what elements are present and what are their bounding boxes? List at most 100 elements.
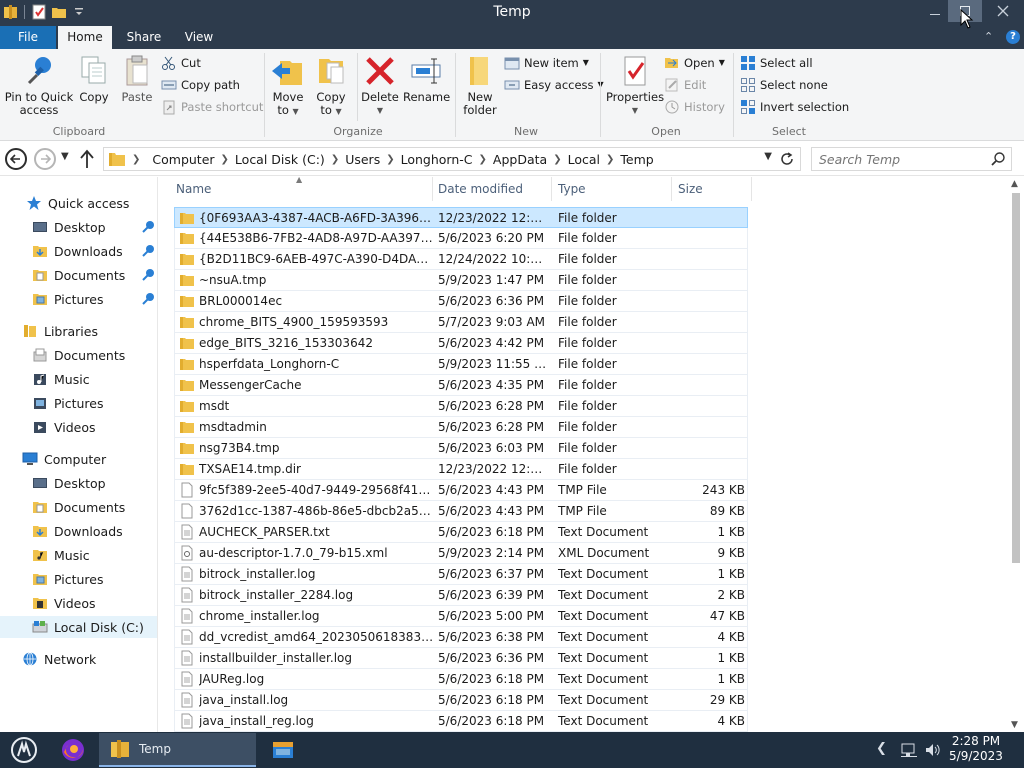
pin-icon[interactable] bbox=[141, 292, 155, 306]
table-row[interactable]: hsperfdata_Longhorn-C 5/9/2023 11:55 AM … bbox=[174, 354, 748, 375]
recent-locations-dropdown[interactable]: ▼ bbox=[61, 151, 69, 162]
nav-pc-local-disk[interactable]: Local Disk (C:) bbox=[0, 616, 157, 638]
pin-icon[interactable] bbox=[141, 220, 155, 234]
nav-network[interactable]: Network bbox=[0, 648, 157, 670]
table-row[interactable]: 9fc5f389-2ee5-40d7-9449-29568f416551.t..… bbox=[174, 480, 748, 501]
delete-button[interactable]: Delete ▼ bbox=[359, 53, 401, 117]
minimize-button[interactable] bbox=[918, 0, 952, 22]
copy-to-button[interactable]: Copy to ▼ bbox=[311, 53, 351, 118]
table-row[interactable]: bitrock_installer.log 5/6/2023 6:37 PM T… bbox=[174, 564, 748, 585]
tab-view[interactable]: View bbox=[176, 26, 222, 49]
nav-pc-desktop[interactable]: Desktop bbox=[0, 472, 157, 494]
nav-lib-documents[interactable]: Documents bbox=[0, 344, 157, 366]
column-header-date[interactable]: Date modified bbox=[433, 177, 552, 201]
volume-icon[interactable] bbox=[924, 741, 942, 759]
tray-overflow-icon[interactable]: ❮ bbox=[876, 741, 887, 756]
tab-share[interactable]: Share bbox=[118, 26, 170, 49]
search-input[interactable] bbox=[812, 148, 982, 170]
refresh-icon[interactable] bbox=[778, 150, 796, 168]
table-row[interactable]: {0F693AA3-4387-4ACB-A6FD-3A3962905... 12… bbox=[174, 207, 748, 228]
new-folder-button[interactable]: New folder bbox=[458, 53, 502, 117]
nav-pc-videos[interactable]: Videos bbox=[0, 592, 157, 614]
history-button[interactable]: History bbox=[664, 97, 725, 117]
table-row[interactable]: msdtadmin 5/6/2023 6:28 PM File folder bbox=[174, 417, 748, 438]
select-none-button[interactable]: Select none bbox=[740, 75, 828, 95]
address-bar[interactable]: ❯ Computer ❯ Local Disk (C:) ❯ Users ❯ L… bbox=[103, 147, 801, 171]
breadcrumb-separator-icon[interactable]: ❯ bbox=[606, 154, 614, 165]
nav-quick-access[interactable]: Quick access bbox=[0, 192, 157, 214]
scroll-down-icon[interactable]: ▼ bbox=[1011, 720, 1018, 730]
table-row[interactable]: chrome_installer.log 5/6/2023 5:00 PM Te… bbox=[174, 606, 748, 627]
search-box[interactable] bbox=[811, 147, 1012, 171]
network-tray-icon[interactable] bbox=[900, 741, 918, 759]
breadcrumb-computer[interactable]: Computer bbox=[146, 152, 220, 167]
start-button-icon[interactable] bbox=[10, 736, 38, 764]
scrollbar-thumb[interactable] bbox=[1012, 193, 1020, 563]
breadcrumb-users[interactable]: Users bbox=[339, 152, 386, 167]
forward-button[interactable] bbox=[34, 148, 56, 170]
breadcrumb-temp[interactable]: Temp bbox=[614, 152, 659, 167]
nav-libraries[interactable]: Libraries bbox=[0, 320, 157, 342]
nav-lib-pictures[interactable]: Pictures bbox=[0, 392, 157, 414]
tab-home[interactable]: Home bbox=[58, 26, 112, 49]
table-row[interactable]: bitrock_installer_2284.log 5/6/2023 6:39… bbox=[174, 585, 748, 606]
taskbar-explorer-temp[interactable]: Temp bbox=[99, 733, 256, 767]
table-row[interactable]: 3762d1cc-1387-486b-86e5-dbcb2a5d5e8... 5… bbox=[174, 501, 748, 522]
nav-pc-pictures[interactable]: Pictures bbox=[0, 568, 157, 590]
breadcrumb-local[interactable]: Local bbox=[562, 152, 606, 167]
column-header-name[interactable]: Name ▲ bbox=[159, 176, 433, 201]
firefox-icon[interactable] bbox=[60, 737, 86, 763]
column-header-size[interactable]: Size bbox=[672, 177, 752, 201]
nav-qa-documents[interactable]: Documents bbox=[0, 264, 157, 286]
table-row[interactable]: AUCHECK_PARSER.txt 5/6/2023 6:18 PM Text… bbox=[174, 522, 748, 543]
copy-path-button[interactable]: Copy path bbox=[161, 75, 240, 95]
easy-access-button[interactable]: Easy access▼ bbox=[504, 75, 604, 95]
move-to-button[interactable]: Move to ▼ bbox=[269, 53, 307, 118]
breadcrumb-separator-icon[interactable]: ❯ bbox=[221, 154, 229, 165]
table-row[interactable]: installbuilder_installer.log 5/6/2023 6:… bbox=[174, 648, 748, 669]
nav-pc-documents[interactable]: Documents bbox=[0, 496, 157, 518]
rename-button[interactable]: Rename bbox=[403, 53, 450, 104]
scroll-up-icon[interactable]: ▲ bbox=[1011, 179, 1018, 189]
ribbon-collapse-icon[interactable]: ⌃ bbox=[984, 30, 993, 43]
paste-shortcut-button[interactable]: Paste shortcut bbox=[161, 97, 263, 117]
breadcrumb-separator-icon[interactable]: ❯ bbox=[553, 154, 561, 165]
paste-button[interactable]: Paste bbox=[118, 53, 156, 104]
breadcrumb-separator-icon[interactable]: ❯ bbox=[331, 154, 339, 165]
nav-pc-music[interactable]: Music bbox=[0, 544, 157, 566]
nav-lib-videos[interactable]: Videos bbox=[0, 416, 157, 438]
nav-qa-pictures[interactable]: Pictures bbox=[0, 288, 157, 310]
select-all-button[interactable]: Select all bbox=[740, 53, 813, 73]
help-icon[interactable]: ? bbox=[1006, 30, 1020, 44]
nav-qa-downloads[interactable]: Downloads bbox=[0, 240, 157, 262]
breadcrumb-appdata[interactable]: AppData bbox=[487, 152, 553, 167]
breadcrumb-separator-icon[interactable]: ❯ bbox=[386, 154, 394, 165]
new-item-button[interactable]: New item ▼ bbox=[504, 53, 589, 73]
table-row[interactable]: BRL000014ec 5/6/2023 6:36 PM File folder bbox=[174, 291, 748, 312]
nav-pc-downloads[interactable]: Downloads bbox=[0, 520, 157, 542]
table-row[interactable]: chrome_BITS_4900_159593593 5/7/2023 9:03… bbox=[174, 312, 748, 333]
breadcrumb-local-disk[interactable]: Local Disk (C:) bbox=[229, 152, 331, 167]
table-row[interactable]: java_install_reg.log 5/6/2023 6:18 PM Te… bbox=[174, 711, 748, 732]
table-row[interactable]: MessengerCache 5/6/2023 4:35 PM File fol… bbox=[174, 375, 748, 396]
close-button[interactable] bbox=[984, 0, 1022, 22]
vertical-scrollbar[interactable]: ▲ ▼ bbox=[1008, 177, 1024, 732]
table-row[interactable]: msdt 5/6/2023 6:28 PM File folder bbox=[174, 396, 748, 417]
tab-file[interactable]: File bbox=[0, 26, 56, 49]
nav-lib-music[interactable]: Music bbox=[0, 368, 157, 390]
up-button[interactable] bbox=[78, 148, 96, 170]
file-manager-icon[interactable] bbox=[270, 737, 296, 763]
table-row[interactable]: java_install.log 5/6/2023 6:18 PM Text D… bbox=[174, 690, 748, 711]
back-button[interactable] bbox=[5, 148, 27, 170]
table-row[interactable]: ~nsuA.tmp 5/9/2023 1:47 PM File folder bbox=[174, 270, 748, 291]
breadcrumb-separator-icon[interactable]: ❯ bbox=[479, 154, 487, 165]
table-row[interactable]: dd_vcredist_amd64_20230506183836.log 5/6… bbox=[174, 627, 748, 648]
table-row[interactable]: {44E538B6-7FB2-4AD8-A97D-AA397064B... 5/… bbox=[174, 228, 748, 249]
nav-qa-desktop[interactable]: Desktop bbox=[0, 216, 157, 238]
table-row[interactable]: nsg73B4.tmp 5/6/2023 6:03 PM File folder bbox=[174, 438, 748, 459]
table-row[interactable]: au-descriptor-1.7.0_79-b15.xml 5/9/2023 … bbox=[174, 543, 748, 564]
table-row[interactable]: edge_BITS_3216_153303642 5/6/2023 4:42 P… bbox=[174, 333, 748, 354]
table-row[interactable]: JAUReg.log 5/6/2023 6:18 PM Text Documen… bbox=[174, 669, 748, 690]
nav-computer[interactable]: Computer bbox=[0, 448, 157, 470]
address-dropdown-icon[interactable]: ▼ bbox=[764, 151, 772, 162]
